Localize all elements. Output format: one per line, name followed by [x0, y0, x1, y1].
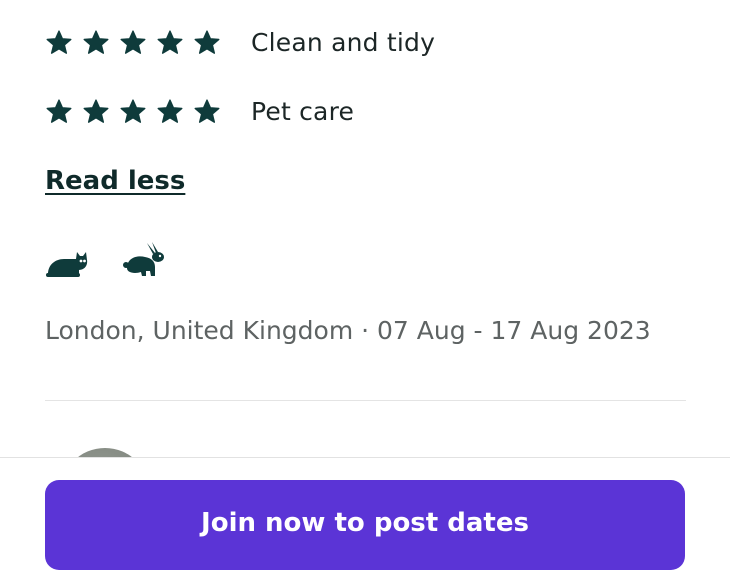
star-icon: [82, 29, 110, 57]
star-rating: [45, 98, 221, 126]
star-icon: [156, 98, 184, 126]
rating-row-clean-tidy: Clean and tidy: [45, 28, 435, 57]
join-now-button[interactable]: Join now to post dates: [45, 480, 685, 570]
pet-types: [46, 240, 165, 278]
star-icon: [45, 98, 73, 126]
rating-label: Pet care: [251, 97, 355, 126]
star-icon: [193, 98, 221, 126]
star-icon: [119, 98, 147, 126]
star-icon: [82, 98, 110, 126]
star-icon: [45, 29, 73, 57]
star-rating: [45, 29, 221, 57]
rating-label: Clean and tidy: [251, 28, 436, 57]
rating-row-pet-care: Pet care: [45, 97, 354, 126]
divider: [45, 400, 686, 401]
cat-icon: [46, 244, 88, 278]
rabbit-icon: [123, 240, 165, 278]
star-icon: [193, 29, 221, 57]
star-icon: [156, 29, 184, 57]
star-icon: [119, 29, 147, 57]
read-less-link[interactable]: Read less: [45, 166, 185, 196]
location-dates: London, United Kingdom · 07 Aug - 17 Aug…: [45, 316, 651, 345]
